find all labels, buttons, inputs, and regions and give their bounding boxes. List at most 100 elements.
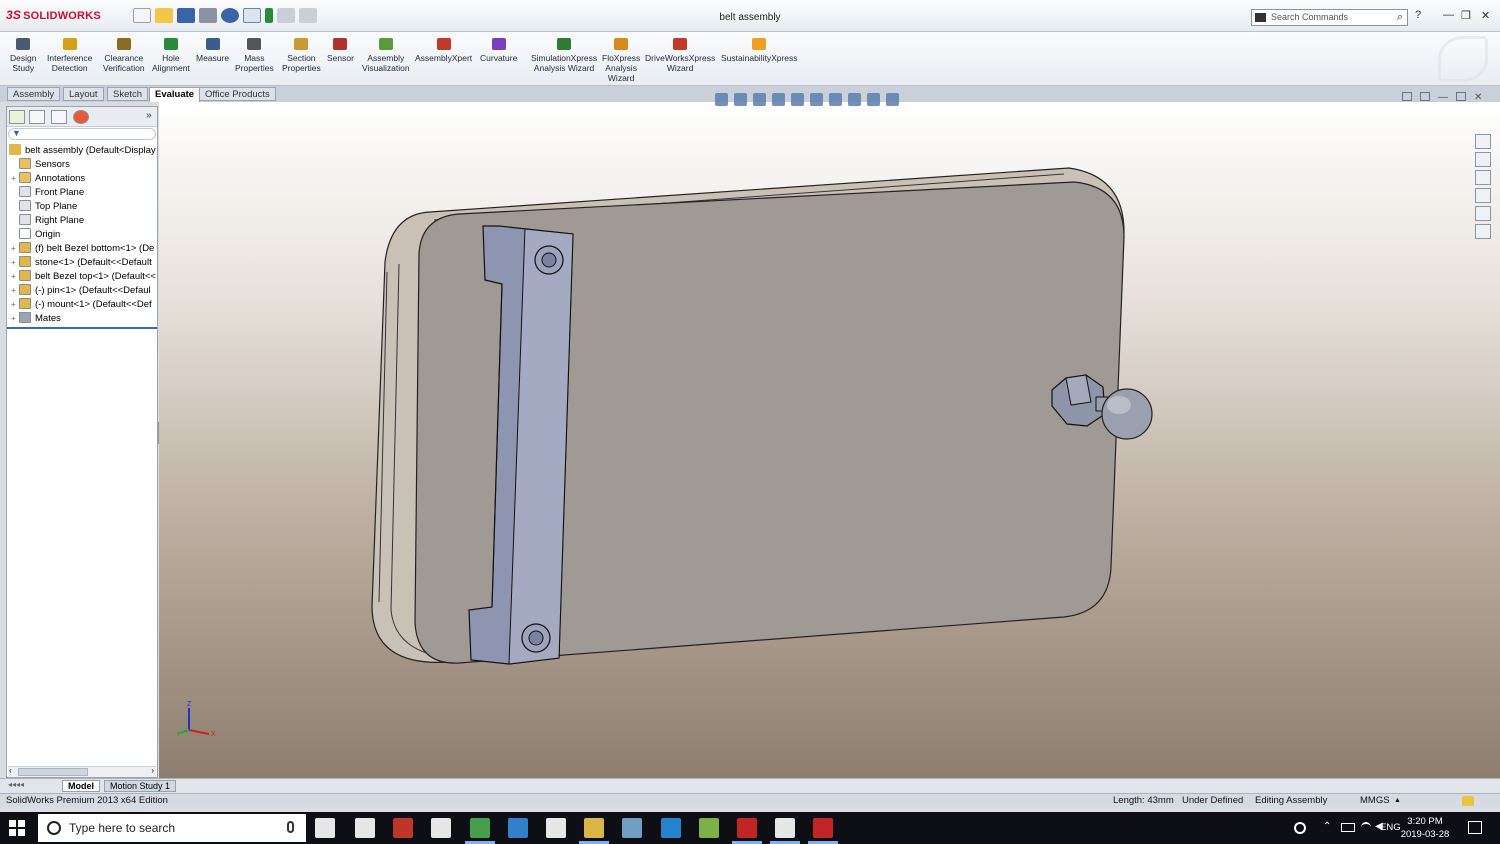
- tab-model[interactable]: Model: [62, 780, 100, 792]
- app-blue-icon[interactable]: [508, 818, 528, 838]
- microphone-icon[interactable]: [287, 821, 294, 833]
- tree-item[interactable]: Top Plane: [11, 200, 77, 214]
- tree-item-label: Origin: [35, 229, 61, 240]
- driveworksxpress-button[interactable]: DriveWorksXpress Wizard: [645, 36, 715, 73]
- curvature-button[interactable]: Curvature: [480, 36, 517, 63]
- tab-scroll-icons[interactable]: ◂◂◂◂: [8, 780, 24, 789]
- section-properties-button[interactable]: Section Properties: [282, 36, 321, 73]
- viewport-tile-icon[interactable]: [1402, 92, 1412, 101]
- tree-item[interactable]: + belt Bezel top<1> (Default<<: [11, 270, 156, 284]
- search-commands-input[interactable]: Search Commands ⌕: [1251, 9, 1408, 26]
- pin-ball[interactable]: [1101, 388, 1153, 440]
- simulationxpress-button[interactable]: SimulationXpress Analysis Wizard: [531, 36, 597, 73]
- tree-horizontal-scrollbar[interactable]: ‹ ›: [8, 766, 156, 777]
- calculator-icon[interactable]: [546, 818, 566, 838]
- expander-icon[interactable]: +: [11, 286, 19, 295]
- close-button[interactable]: ✕: [1481, 9, 1490, 22]
- tree-item-label: Front Plane: [35, 187, 85, 198]
- hole-alignment-button[interactable]: Hole Alignment: [152, 36, 190, 73]
- expand-panel-icon[interactable]: »: [146, 110, 152, 121]
- tree-item[interactable]: + Mates: [11, 312, 61, 326]
- tab-motion-study-1[interactable]: Motion Study 1: [104, 780, 177, 792]
- tab-sketch[interactable]: Sketch: [107, 87, 149, 101]
- scrollbar-thumb[interactable]: [18, 768, 88, 776]
- xming-icon[interactable]: [775, 818, 795, 838]
- tree-item[interactable]: Right Plane: [11, 214, 84, 228]
- minimize-button[interactable]: —: [1443, 9, 1454, 21]
- restore-button[interactable]: ❐: [1461, 9, 1471, 22]
- feature-manager-tab-icon[interactable]: [9, 110, 25, 124]
- file-explorer-pane-icon[interactable]: [1475, 170, 1491, 185]
- expander-icon[interactable]: +: [11, 314, 19, 323]
- assembly-visualization-button[interactable]: Assembly Visualization: [362, 36, 410, 73]
- task-view-icon[interactable]: [315, 818, 335, 838]
- tree-root-assembly[interactable]: belt assembly (Default<Display: [9, 144, 156, 158]
- mail-icon[interactable]: [431, 818, 451, 838]
- action-center-icon[interactable]: [1468, 821, 1482, 834]
- tab-assembly[interactable]: Assembly: [7, 87, 61, 101]
- people-icon[interactable]: [1294, 822, 1306, 834]
- tree-item[interactable]: + (-) mount<1> (Default<<Def: [11, 298, 152, 312]
- display-manager-tab-icon[interactable]: [73, 110, 89, 124]
- sensor-button[interactable]: Sensor: [327, 36, 354, 63]
- mass-properties-button[interactable]: Mass Properties: [235, 36, 274, 73]
- scroll-right-icon[interactable]: ›: [151, 766, 154, 775]
- battery-icon[interactable]: [1341, 823, 1355, 832]
- expander-icon[interactable]: +: [11, 244, 19, 253]
- solidworks-icon[interactable]: [737, 818, 757, 838]
- assemblyxpert-button[interactable]: AssemblyXpert: [415, 36, 472, 63]
- tab-evaluate[interactable]: Evaluate: [149, 87, 201, 102]
- graphics-area[interactable]: — ✕ Z X: [159, 92, 1500, 778]
- expander-icon[interactable]: +: [11, 300, 19, 309]
- store-icon[interactable]: [355, 818, 375, 838]
- edge-icon[interactable]: [661, 818, 681, 838]
- measure-button[interactable]: Measure: [196, 36, 229, 63]
- tray-chevron-icon[interactable]: ⌃: [1323, 821, 1331, 832]
- property-manager-tab-icon[interactable]: [29, 110, 45, 124]
- tree-item[interactable]: + (f) belt Bezel bottom<1> (De: [11, 242, 154, 256]
- file-explorer-icon[interactable]: [584, 818, 604, 838]
- expander-icon[interactable]: +: [11, 174, 19, 183]
- tree-item[interactable]: + Annotations: [11, 172, 85, 186]
- wifi-icon[interactable]: [1361, 822, 1371, 832]
- eclipse-2019-icon[interactable]: [699, 818, 719, 838]
- help-icon[interactable]: ?: [1415, 9, 1421, 21]
- expander-icon[interactable]: +: [11, 258, 19, 267]
- app-red-icon[interactable]: [393, 818, 413, 838]
- design-study-button[interactable]: Design Study: [10, 36, 36, 73]
- solidworks-active-icon[interactable]: [813, 818, 833, 838]
- tab-office-products[interactable]: Office Products: [199, 87, 276, 101]
- search-icon[interactable]: ⌕: [1397, 11, 1403, 24]
- floxpress-button[interactable]: FloXpress Analysis Wizard: [602, 36, 640, 83]
- unit-system-button[interactable]: MMGS: [1360, 795, 1390, 806]
- tree-item[interactable]: Sensors: [11, 158, 70, 172]
- taskbar-clock[interactable]: 3:20 PM 2019-03-28: [1395, 815, 1455, 841]
- custom-properties-icon[interactable]: [1475, 224, 1491, 239]
- taskbar-search-input[interactable]: Type here to search: [38, 814, 306, 842]
- tree-filter-input[interactable]: ▼: [8, 128, 156, 140]
- tree-item[interactable]: Front Plane: [11, 186, 84, 200]
- interference-button[interactable]: Interference Detection: [47, 36, 92, 73]
- home-icon[interactable]: [1475, 134, 1491, 149]
- tree-item[interactable]: Origin: [11, 228, 60, 242]
- appearances-icon[interactable]: [1475, 206, 1491, 221]
- windows-start-icon[interactable]: [9, 820, 25, 836]
- tree-item[interactable]: + stone<1> (Default<<Default: [11, 256, 152, 270]
- expander-icon[interactable]: +: [11, 272, 19, 281]
- rebuild-status-icon[interactable]: [1462, 796, 1474, 806]
- viewport-split-icon[interactable]: [1420, 92, 1430, 101]
- tab-layout[interactable]: Layout: [63, 87, 104, 101]
- tree-item-label: (f) belt Bezel bottom<1> (De: [35, 243, 155, 254]
- configuration-manager-tab-icon[interactable]: [51, 110, 67, 124]
- sustainabilityxpress-button[interactable]: SustainabilityXpress: [721, 36, 798, 63]
- viewport-restore-icon[interactable]: [1456, 92, 1466, 101]
- chrome-icon[interactable]: [470, 818, 490, 838]
- clearance-button[interactable]: Clearance Verification: [103, 36, 145, 73]
- scroll-left-icon[interactable]: ‹: [9, 766, 12, 775]
- app-globe-icon[interactable]: [622, 818, 642, 838]
- tree-item[interactable]: + (-) pin<1> (Default<<Defaul: [11, 284, 151, 298]
- view-palette-icon[interactable]: [1475, 188, 1491, 203]
- units-dropdown-icon[interactable]: ▲: [1394, 797, 1401, 804]
- assembly-model[interactable]: Z X: [159, 102, 1500, 778]
- design-library-icon[interactable]: [1475, 152, 1491, 167]
